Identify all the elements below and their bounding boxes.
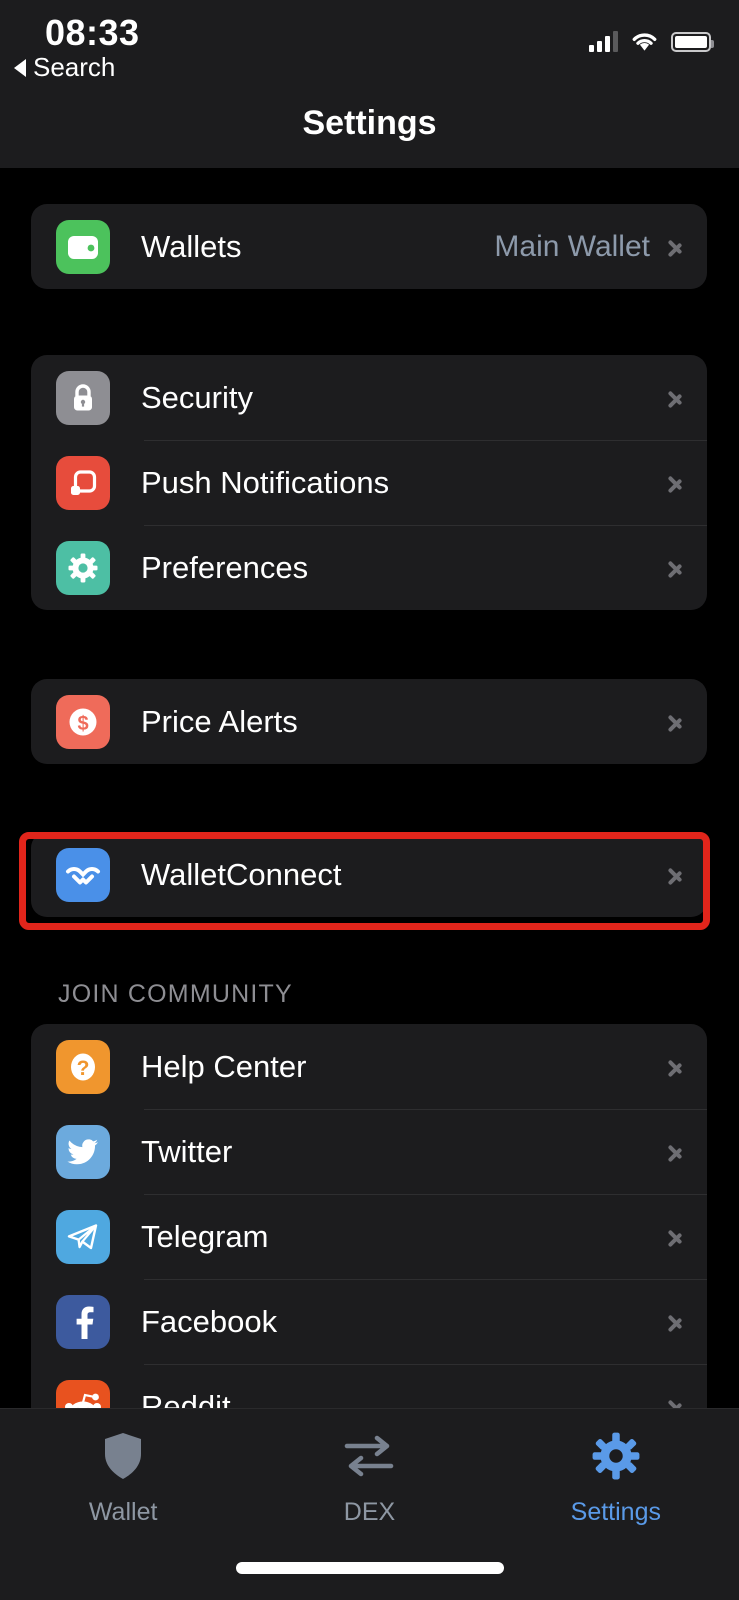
settings-row-facebook[interactable]: Facebook (31, 1279, 707, 1364)
price-alerts-group: $ Price Alerts (31, 679, 707, 764)
navigation-bar: Settings (0, 92, 739, 168)
tab-label: DEX (343, 1498, 396, 1526)
bottom-tab-bar: Wallet DEX Settings (0, 1408, 739, 1600)
chevron-right-icon (668, 233, 683, 260)
app-settings-group: Security Push Notifications Preferences (31, 355, 707, 610)
chevron-right-icon (668, 1308, 683, 1335)
battery-icon (671, 32, 714, 52)
home-indicator (235, 1562, 504, 1574)
settings-row-security[interactable]: Security (31, 355, 707, 440)
status-bar-indicators (589, 30, 714, 52)
back-label: Search (33, 52, 116, 82)
walletconnect-icon (56, 847, 110, 902)
app-screen: 08:33 Search Settings Wallets Main Walle… (0, 0, 739, 1600)
wifi-icon (631, 31, 658, 52)
settings-row-label: Price Alerts (141, 703, 298, 739)
settings-scroll-area[interactable]: Wallets Main Wallet Security Push Notifi… (0, 168, 739, 1449)
settings-row-preferences[interactable]: Preferences (31, 525, 707, 610)
chevron-right-icon (668, 861, 683, 888)
back-to-search-button[interactable]: Search (14, 52, 115, 83)
tab-label: Settings (570, 1498, 661, 1526)
chevron-right-icon (668, 708, 683, 735)
swap-arrows-icon (341, 1431, 397, 1486)
gear-icon (56, 540, 110, 595)
community-group: ? Help Center Twitter Telegram Facebook … (31, 1024, 707, 1449)
chevron-right-icon (668, 384, 683, 411)
push-notification-icon (56, 455, 110, 510)
lock-icon (56, 370, 110, 425)
question-mark-icon: ? (56, 1039, 110, 1094)
chevron-right-icon (668, 469, 683, 496)
settings-row-label: Wallets (141, 228, 242, 264)
settings-row-label: Telegram (141, 1218, 269, 1254)
status-bar-time: 08:33 (45, 12, 140, 53)
settings-row-label: WalletConnect (141, 856, 342, 892)
page-title: Settings (302, 104, 437, 142)
svg-text:$: $ (77, 713, 88, 735)
tab-wallet[interactable]: Wallet (0, 1431, 246, 1527)
dollar-circle-icon: $ (56, 694, 110, 749)
facebook-f-icon (56, 1294, 110, 1349)
tab-dex[interactable]: DEX (246, 1431, 492, 1527)
status-bar: 08:33 Search (0, 0, 739, 92)
settings-row-label: Push Notifications (141, 464, 390, 500)
settings-row-label: Twitter (141, 1133, 233, 1169)
wallets-current-value: Main Wallet (494, 229, 650, 263)
settings-row-price-alerts[interactable]: $ Price Alerts (31, 679, 707, 764)
settings-row-push-notifications[interactable]: Push Notifications (31, 440, 707, 525)
svg-text:?: ? (77, 1057, 90, 1080)
community-section-header: JOIN COMMUNITY (58, 980, 293, 1008)
gear-icon (591, 1431, 641, 1486)
settings-row-help-center[interactable]: ? Help Center (31, 1024, 707, 1109)
twitter-bird-icon (56, 1124, 110, 1179)
settings-row-label: Security (141, 379, 253, 415)
settings-row-telegram[interactable]: Telegram (31, 1194, 707, 1279)
walletconnect-group: WalletConnect (31, 832, 707, 917)
settings-row-walletconnect[interactable]: WalletConnect (31, 832, 707, 917)
wallet-icon (56, 219, 110, 274)
tab-settings[interactable]: Settings (493, 1431, 739, 1527)
shield-icon (101, 1431, 145, 1486)
settings-row-label: Facebook (141, 1303, 278, 1339)
back-triangle-icon (14, 58, 26, 77)
chevron-right-icon (668, 1223, 683, 1250)
chevron-right-icon (668, 554, 683, 581)
settings-row-label: Help Center (141, 1048, 307, 1084)
chevron-right-icon (668, 1138, 683, 1165)
cellular-signal-icon (589, 30, 618, 52)
telegram-plane-icon (56, 1209, 110, 1264)
settings-row-label: Preferences (141, 549, 309, 585)
tab-label: Wallet (88, 1498, 158, 1526)
settings-row-wallets[interactable]: Wallets Main Wallet (31, 204, 707, 289)
chevron-right-icon (668, 1053, 683, 1080)
wallets-group: Wallets Main Wallet (31, 204, 707, 289)
settings-row-twitter[interactable]: Twitter (31, 1109, 707, 1194)
